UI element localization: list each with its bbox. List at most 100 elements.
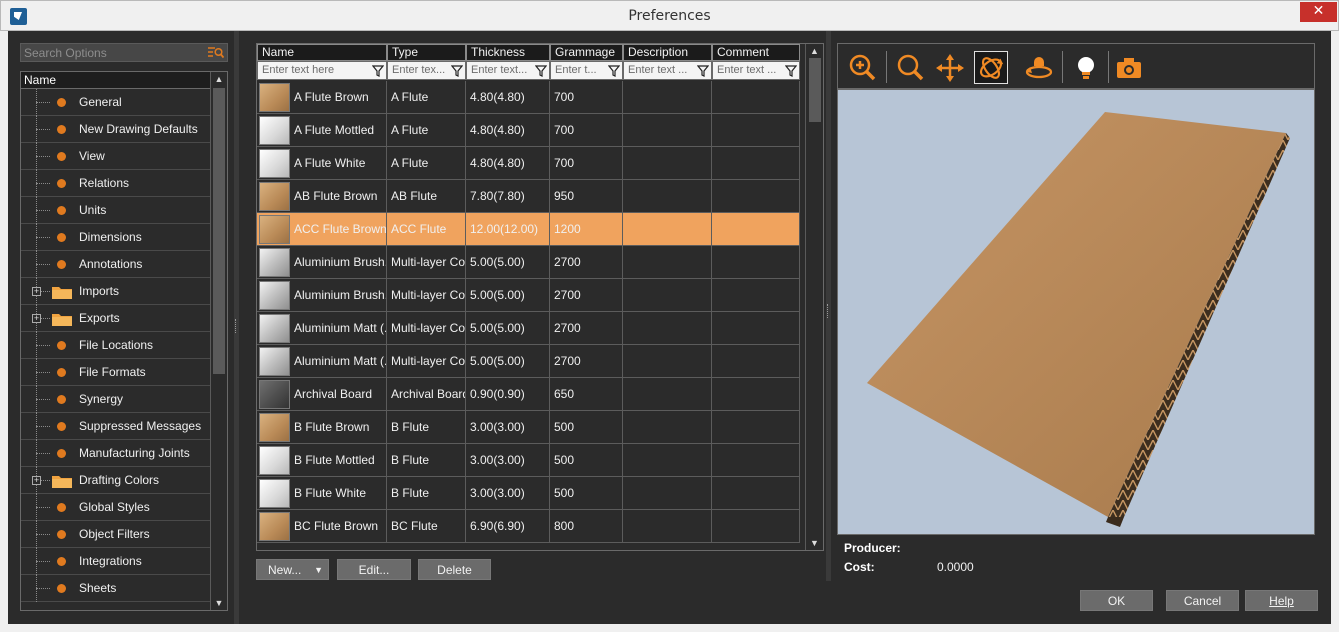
scroll-thumb[interactable] — [213, 88, 225, 374]
table-row[interactable]: B Flute White B Flute 3.00(3.00) 500 — [257, 477, 800, 510]
search-input[interactable] — [24, 45, 204, 60]
zoom-in-icon[interactable] — [848, 53, 878, 83]
expand-icon[interactable]: + — [32, 287, 41, 296]
grid-scrollbar[interactable]: ▲ ▼ — [805, 44, 823, 550]
material-3d-preview[interactable] — [837, 89, 1315, 535]
column-header[interactable]: Description — [623, 44, 712, 61]
table-row[interactable]: Aluminium Brush...Multi-layer Co...5.00(… — [257, 279, 800, 312]
filter-icon[interactable] — [535, 65, 547, 77]
tree-item-label: Suppressed Messages — [79, 419, 202, 433]
filter-cell[interactable] — [257, 61, 387, 80]
tree-item[interactable]: File Formats — [21, 359, 211, 386]
cell-comment — [712, 147, 800, 180]
pan-icon[interactable] — [935, 53, 965, 83]
orbit-icon[interactable] — [1024, 53, 1054, 83]
rotate-icon[interactable] — [974, 51, 1008, 84]
column-header[interactable]: Comment — [712, 44, 800, 61]
filter-cell[interactable] — [387, 61, 466, 80]
column-header[interactable]: Thickness — [466, 44, 550, 61]
new-button[interactable]: New... ▼ — [256, 559, 329, 580]
chevron-down-icon[interactable]: ▼ — [314, 560, 323, 581]
cell-type: B Flute — [387, 411, 466, 444]
search-box[interactable] — [20, 43, 228, 62]
cell-type: A Flute — [387, 81, 466, 114]
edit-button[interactable]: Edit... — [337, 559, 411, 580]
table-row[interactable]: AB Flute Brown AB Flute 7.80(7.80) 950 — [257, 180, 800, 213]
tree-line — [36, 264, 50, 265]
table-row[interactable]: BC Flute Brown BC Flute 6.90(6.90) 800 — [257, 510, 800, 543]
filter-cell[interactable] — [550, 61, 623, 80]
tree-item[interactable]: View — [21, 143, 211, 170]
tree-item[interactable]: Suppressed Messages — [21, 413, 211, 440]
cell-type: Archival Board — [387, 378, 466, 411]
tree-item[interactable]: Relations — [21, 170, 211, 197]
cost-label: Cost: — [844, 560, 875, 574]
scroll-up-icon[interactable]: ▲ — [211, 72, 227, 86]
close-button[interactable]: ✕ — [1300, 2, 1337, 22]
table-row[interactable]: Aluminium Matt (...Multi-layer Co...5.00… — [257, 345, 800, 378]
tree-line — [36, 129, 50, 130]
search-filter-icon[interactable] — [208, 46, 224, 59]
light-icon[interactable] — [1071, 53, 1101, 83]
table-row[interactable]: Aluminium Brush...Multi-layer Co...5.00(… — [257, 246, 800, 279]
expand-icon[interactable]: + — [32, 476, 41, 485]
bullet-icon — [57, 368, 66, 377]
column-header[interactable]: Type — [387, 44, 466, 61]
tree-item[interactable]: Sheets — [21, 575, 211, 602]
table-row[interactable]: ACC Flute Brown ACC Flute 12.00(12.00) 1200 — [257, 213, 800, 246]
tree-item[interactable]: File Locations — [21, 332, 211, 359]
scroll-thumb[interactable] — [809, 58, 821, 122]
right-splitter[interactable] — [826, 31, 831, 581]
tree-item[interactable]: New Drawing Defaults — [21, 116, 211, 143]
filter-icon[interactable] — [608, 65, 620, 77]
tree-item[interactable]: + Imports — [21, 278, 211, 305]
cell-type: ACC Flute — [387, 213, 466, 246]
column-header[interactable]: Grammage — [550, 44, 623, 61]
table-row[interactable]: B Flute Brown B Flute 3.00(3.00) 500 — [257, 411, 800, 444]
delete-button[interactable]: Delete — [418, 559, 491, 580]
filter-cell[interactable] — [712, 61, 800, 80]
tree-item[interactable]: Global Styles — [21, 494, 211, 521]
tree-item[interactable]: Synergy — [21, 386, 211, 413]
ok-button[interactable]: OK — [1080, 590, 1153, 611]
filter-input[interactable] — [628, 64, 693, 76]
filter-cell[interactable] — [623, 61, 712, 80]
tree-scrollbar[interactable]: ▲ ▼ — [210, 72, 227, 610]
table-row[interactable]: A Flute Mottled A Flute 4.80(4.80) 700 — [257, 114, 800, 147]
filter-input[interactable] — [262, 64, 368, 76]
filter-input[interactable] — [392, 64, 447, 76]
scroll-down-icon[interactable]: ▼ — [211, 596, 227, 610]
tree-item[interactable]: Dimensions — [21, 224, 211, 251]
scroll-down-icon[interactable]: ▼ — [806, 536, 823, 550]
table-row[interactable]: Archival Board Archival Board 0.90(0.90) 65… — [257, 378, 800, 411]
table-row[interactable]: Aluminium Matt (...Multi-layer Co...5.00… — [257, 312, 800, 345]
left-splitter[interactable] — [234, 31, 239, 624]
tree-item[interactable]: Units — [21, 197, 211, 224]
tree-item[interactable]: Integrations — [21, 548, 211, 575]
tree-item[interactable]: Object Filters — [21, 521, 211, 548]
tree-item[interactable]: Manufacturing Joints — [21, 440, 211, 467]
filter-input[interactable] — [717, 64, 781, 76]
filter-icon[interactable] — [697, 65, 709, 77]
filter-input[interactable] — [471, 64, 531, 76]
tree-item[interactable]: Annotations — [21, 251, 211, 278]
help-button[interactable]: Help — [1245, 590, 1318, 611]
tree-item[interactable]: + Drafting Colors — [21, 467, 211, 494]
scroll-up-icon[interactable]: ▲ — [806, 44, 823, 58]
tree-item[interactable]: + Exports — [21, 305, 211, 332]
table-row[interactable]: A Flute Brown A Flute 4.80(4.80) 700 — [257, 81, 800, 114]
filter-icon[interactable] — [785, 65, 797, 77]
camera-icon[interactable] — [1114, 53, 1144, 83]
filter-cell[interactable] — [466, 61, 550, 80]
cancel-button[interactable]: Cancel — [1166, 590, 1239, 611]
filter-icon[interactable] — [372, 65, 384, 77]
filter-input[interactable] — [555, 64, 604, 76]
table-row[interactable]: B Flute Mottled B Flute 3.00(3.00) 500 — [257, 444, 800, 477]
column-header[interactable]: Name — [257, 44, 387, 61]
expand-icon[interactable]: + — [32, 314, 41, 323]
zoom-icon[interactable] — [896, 53, 926, 83]
filter-icon[interactable] — [451, 65, 463, 77]
splitter-grip — [235, 319, 238, 333]
table-row[interactable]: A Flute White A Flute 4.80(4.80) 700 — [257, 147, 800, 180]
tree-item[interactable]: General — [21, 89, 211, 116]
